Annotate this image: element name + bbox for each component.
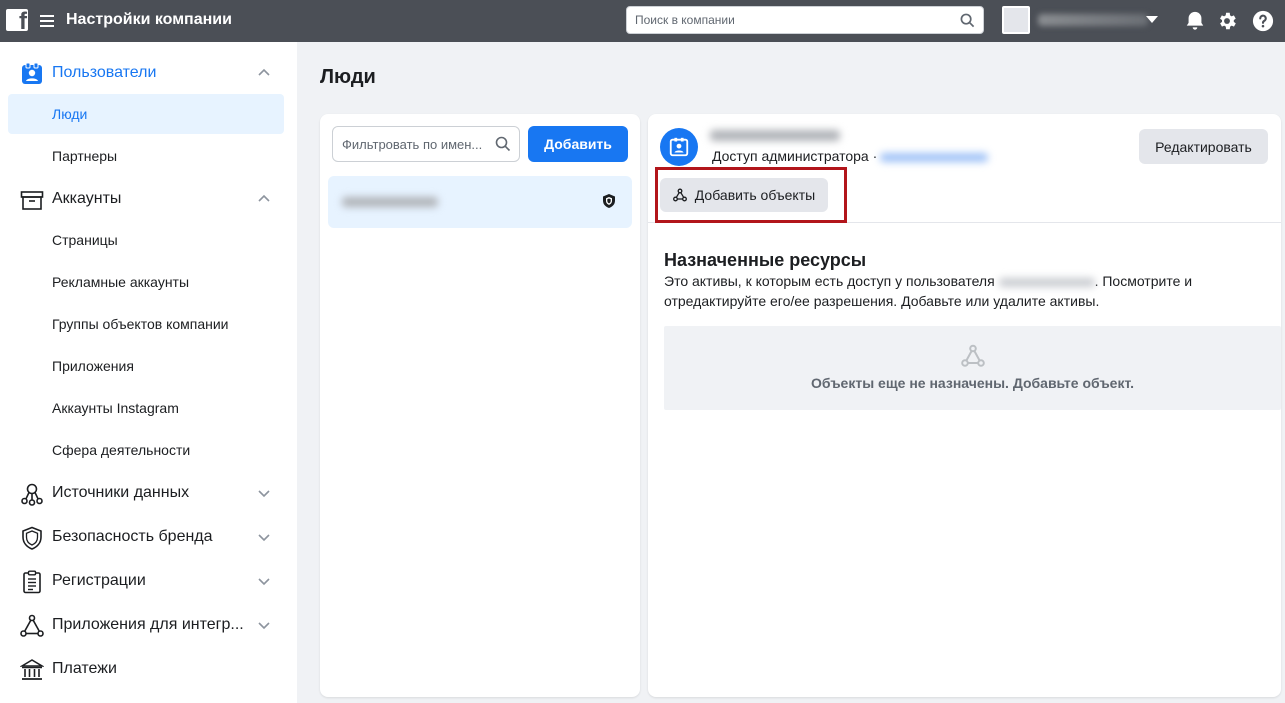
sidebar-item-ad-accounts[interactable]: Рекламные аккаунты (8, 262, 284, 302)
sidebar-section-integrations[interactable]: Приложения для интегр... (0, 605, 297, 645)
divider (648, 222, 1281, 223)
sidebar-item-business-asset-groups[interactable]: Группы объектов компании (8, 304, 284, 344)
sidebar-item-lines-of-business[interactable]: Сфера деятельности (8, 430, 284, 470)
edit-button[interactable]: Редактировать (1139, 129, 1268, 164)
shield-icon (22, 526, 42, 550)
top-bar: f Настройки компании (0, 0, 1285, 42)
integrations-icon (20, 614, 44, 637)
description-part: Это активы, к которым есть доступ у поль… (664, 273, 995, 289)
menu-icon[interactable] (40, 12, 54, 28)
business-name-redacted (1038, 14, 1148, 26)
sidebar-item-label: Рекламные аккаунты (52, 274, 190, 290)
sidebar-section-registrations[interactable]: Регистрации (0, 561, 297, 601)
business-avatar (1002, 6, 1030, 34)
sidebar-item-label: Группы объектов компании (52, 316, 229, 332)
sidebar: Пользователи Люди Партнеры Аккаунты Стра… (0, 42, 297, 703)
help-icon[interactable] (1252, 10, 1274, 32)
sidebar-item-label: Приложения (52, 358, 134, 374)
empty-state-text: Объекты еще не назначены. Добавьте объек… (810, 375, 1134, 391)
sidebar-item-label: Аккаунты Instagram (52, 400, 179, 416)
sidebar-item-pages[interactable]: Страницы (8, 220, 284, 260)
user-icon (669, 137, 689, 157)
sidebar-section-label: Безопасность бренда (52, 528, 213, 545)
assigned-assets-title: Назначенные ресурсы (664, 250, 867, 270)
data-sources-icon (21, 483, 43, 506)
person-name-redacted (710, 130, 840, 141)
admin-shield-icon (603, 194, 615, 208)
sidebar-section-label: Приложения для интегр... (52, 616, 244, 633)
sidebar-item-instagram-accounts[interactable]: Аккаунты Instagram (8, 388, 284, 428)
sidebar-section-label: Аккаунты (52, 190, 122, 207)
filter-input[interactable] (333, 127, 483, 161)
sidebar-section-label: Платежи (52, 660, 117, 677)
sidebar-item-label: Люди (52, 106, 88, 122)
sidebar-item-label: Страницы (52, 232, 118, 248)
person-name-redacted (342, 197, 438, 207)
access-detail-redacted (880, 153, 988, 162)
add-assets-button[interactable]: Добавить объекты (660, 178, 828, 212)
bell-icon[interactable] (1184, 10, 1206, 32)
sidebar-section-label: Источники данных (52, 484, 190, 501)
sidebar-section-data-sources[interactable]: Источники данных (0, 473, 297, 513)
filter-field[interactable] (332, 126, 520, 162)
avatar (660, 128, 698, 166)
business-switcher[interactable] (1002, 6, 1162, 34)
people-list-panel: Добавить (320, 114, 640, 697)
search-icon[interactable] (495, 136, 511, 152)
sidebar-section-label: Регистрации (52, 572, 146, 589)
add-person-button[interactable]: Добавить (528, 126, 628, 162)
sidebar-section-users[interactable]: Пользователи (0, 53, 297, 93)
assets-icon (961, 344, 985, 367)
person-list-item[interactable] (328, 176, 632, 228)
person-detail-panel: Доступ администратора · Редактировать До… (648, 114, 1281, 697)
sidebar-item-people[interactable]: Люди (8, 94, 284, 134)
sidebar-item-apps[interactable]: Приложения (8, 346, 284, 386)
app-title: Настройки компании (66, 11, 232, 28)
sidebar-item-label: Сфера деятельности (52, 442, 191, 458)
assets-icon (672, 188, 687, 202)
chevron-down-icon[interactable] (257, 618, 271, 632)
chevron-up-icon[interactable] (257, 66, 271, 80)
chevron-down-icon[interactable] (257, 530, 271, 544)
chevron-up-icon[interactable] (257, 192, 271, 206)
sidebar-section-brand-safety[interactable]: Безопасность бренда (0, 517, 297, 557)
sidebar-item-partners[interactable]: Партнеры (8, 136, 284, 176)
search-icon[interactable] (960, 13, 975, 28)
sidebar-item-label: Партнеры (52, 148, 118, 164)
facebook-logo-icon[interactable]: f (6, 9, 28, 31)
page-title: Люди (320, 66, 376, 88)
clipboard-icon (23, 570, 41, 594)
chevron-down-icon[interactable] (257, 486, 271, 500)
user-name-redacted (998, 277, 1095, 287)
access-level: Доступ администратора · (712, 148, 878, 164)
add-assets-label: Добавить объекты (694, 187, 816, 203)
accounts-icon (20, 191, 44, 210)
bank-icon (20, 659, 44, 680)
empty-assets-state: Объекты еще не назначены. Добавьте объек… (664, 326, 1281, 410)
caret-down-icon[interactable] (1146, 16, 1158, 23)
search-bar[interactable] (626, 6, 984, 34)
gear-icon[interactable] (1216, 10, 1238, 32)
sidebar-section-label: Пользователи (52, 64, 157, 81)
search-input[interactable] (627, 7, 947, 33)
sidebar-section-accounts[interactable]: Аккаунты (0, 179, 297, 219)
users-icon (22, 62, 42, 84)
sidebar-section-payments[interactable]: Платежи (0, 649, 297, 689)
chevron-down-icon[interactable] (257, 574, 271, 588)
assigned-assets-description: Это активы, к которым есть доступ у поль… (664, 271, 1224, 311)
